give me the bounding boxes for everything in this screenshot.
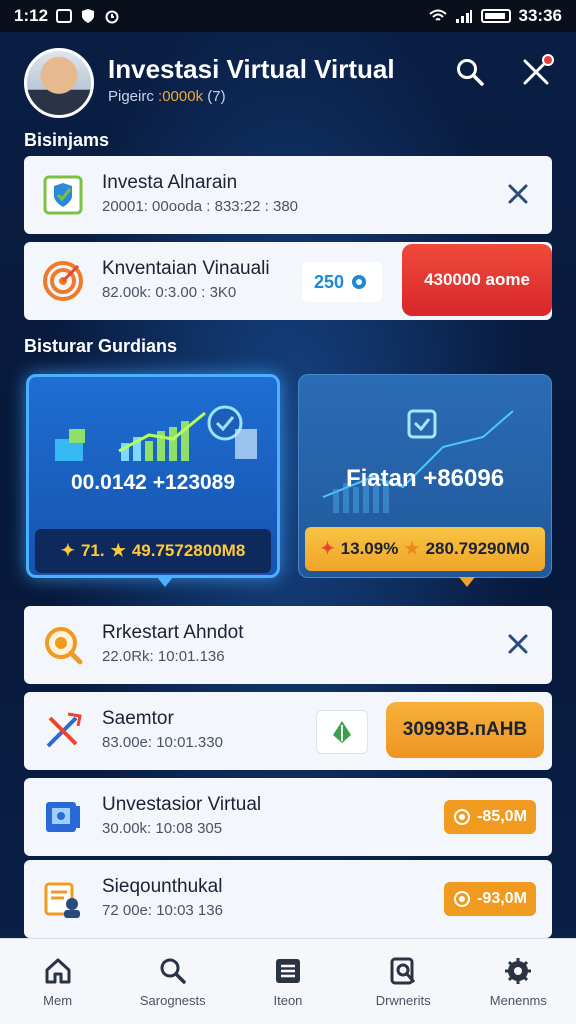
item-title: Investa Alnarain	[102, 172, 238, 193]
star-icon: ★	[404, 539, 420, 558]
user-document-icon	[42, 878, 84, 920]
nav-label: Iteon	[273, 993, 303, 1008]
search-icon	[160, 958, 186, 984]
amount-badge[interactable]: -93,0M	[444, 882, 536, 916]
leaf-icon	[333, 721, 351, 743]
list-item[interactable]: Investa Alnarain 20001: 00ooda : 833:22 …	[24, 156, 552, 234]
panel-strip: ✦ 13.09% ★ 280.79290M0	[305, 527, 545, 571]
close-icon[interactable]	[504, 630, 532, 658]
gear-icon	[505, 958, 532, 984]
item-title: Knventaian Vinauali	[102, 258, 270, 279]
nav-item-search[interactable]: Sarognests	[118, 955, 228, 1008]
nav-item-documents[interactable]: Drwnerits	[348, 955, 458, 1008]
amount-button[interactable]: 430000 aome	[402, 244, 552, 316]
panel-value: 00.0142 +123089	[70, 471, 236, 494]
amount-badge[interactable]: -85,0M	[444, 800, 536, 834]
home-icon	[45, 958, 71, 984]
item-subtitle: 20001: 00ooda : 833:22 : 380	[102, 198, 299, 215]
amount-button[interactable]: 30993B.пAHB	[386, 702, 544, 758]
page-subtitle: Pigeirc :0000k (7)	[108, 88, 226, 105]
trend-chart-icon	[322, 409, 514, 513]
item-subtitle: 30.00k: 10:08 305	[102, 820, 223, 837]
item-title: Sieqounthukal	[102, 876, 223, 897]
item-subtitle: 22.0Rk: 10:01.136	[102, 648, 225, 665]
wifi-icon	[428, 9, 447, 21]
count-badge[interactable]: 250	[302, 262, 382, 302]
nav-item-home[interactable]: Mem	[3, 955, 113, 1008]
stats-panel-right[interactable]: Fiatan +86096 ✦ 13.09% ★ 280.79290M0	[298, 374, 552, 587]
item-subtitle: 82.00k: 0:3.00 : 3K0	[102, 284, 237, 301]
tools-button[interactable]	[518, 54, 554, 90]
nav-label: Menenms	[489, 993, 547, 1008]
close-icon[interactable]	[504, 180, 532, 208]
list-item[interactable]: Sieqounthukal 72 00e: 10:03 136 -93,0M	[24, 860, 552, 938]
coin-icon	[454, 809, 471, 825]
header: Investasi Virtual Virtual Pigeirc :0000k…	[24, 46, 564, 122]
panel-pointer	[157, 577, 173, 587]
magnifier-coin-icon	[42, 624, 84, 666]
gear-icon	[352, 275, 367, 289]
search-button[interactable]	[452, 54, 488, 90]
growth-chart-icon	[55, 405, 257, 461]
shield-check-icon	[42, 174, 84, 216]
list-icon	[275, 959, 300, 983]
gallery-icon	[56, 9, 73, 23]
nav-item-settings[interactable]: Menenms	[463, 955, 573, 1008]
alarm-icon	[105, 10, 119, 24]
item-subtitle: 83.00e: 10:01.330	[102, 734, 223, 751]
list-item[interactable]: Saemtor 83.00e: 10:01.330 30993B.пAHB	[24, 692, 552, 770]
status-clock-right: 33:36	[518, 6, 562, 25]
item-subtitle: 72 00e: 10:03 136	[102, 902, 223, 919]
bottom-nav: Mem Sarognests Iteon Drwnerits Menenms	[0, 938, 576, 1024]
signal-icon	[455, 10, 472, 23]
notification-dot	[542, 54, 554, 66]
status-bar: 1:12 33:36	[0, 0, 576, 32]
section-title-gurdians: Bisturar Gurdians	[24, 336, 178, 356]
nav-label: Sarognests	[139, 993, 206, 1008]
item-title: Unvestasior Virtual	[102, 794, 262, 815]
leaf-badge[interactable]	[316, 710, 368, 754]
panel-value: Fiatan +86096	[345, 465, 505, 492]
star-icon: ✦	[320, 539, 335, 558]
status-time: 1:12	[14, 6, 49, 25]
star-icon: ✦	[60, 541, 75, 560]
tools-cross-icon	[42, 710, 84, 752]
star-icon: ★	[110, 541, 126, 560]
page-title: Investasi Virtual Virtual	[108, 54, 395, 84]
device-icon	[42, 796, 84, 838]
document-search-icon	[390, 957, 416, 985]
list-item[interactable]: Rrkestart Ahndot 22.0Rk: 10:01.136	[24, 606, 552, 684]
panel-pointer	[459, 577, 475, 587]
battery-icon	[480, 9, 511, 23]
coin-icon	[454, 891, 471, 907]
item-title: Rrkestart Ahndot	[102, 622, 244, 643]
shield-icon	[82, 9, 95, 23]
nav-item-list[interactable]: Iteon	[233, 955, 343, 1008]
section-title-bisinjams: Bisinjams	[24, 130, 110, 150]
panel-strip: ✦ 71. ★ 49.7572800M8	[35, 529, 271, 573]
nav-label: Mem	[43, 993, 73, 1008]
avatar[interactable]	[24, 48, 94, 118]
list-item[interactable]: Knventaian Vinauali 82.00k: 0:3.00 : 3K0…	[24, 242, 552, 320]
search-icon	[457, 59, 484, 86]
target-icon	[42, 260, 84, 302]
item-title: Saemtor	[102, 708, 174, 729]
nav-label: Drwnerits	[375, 993, 431, 1008]
stats-panel-left[interactable]: 00.0142 +123089 ✦ 71. ★ 49.7572800M8	[26, 374, 280, 587]
list-item[interactable]: Unvestasior Virtual 30.00k: 10:08 305 -8…	[24, 778, 552, 856]
